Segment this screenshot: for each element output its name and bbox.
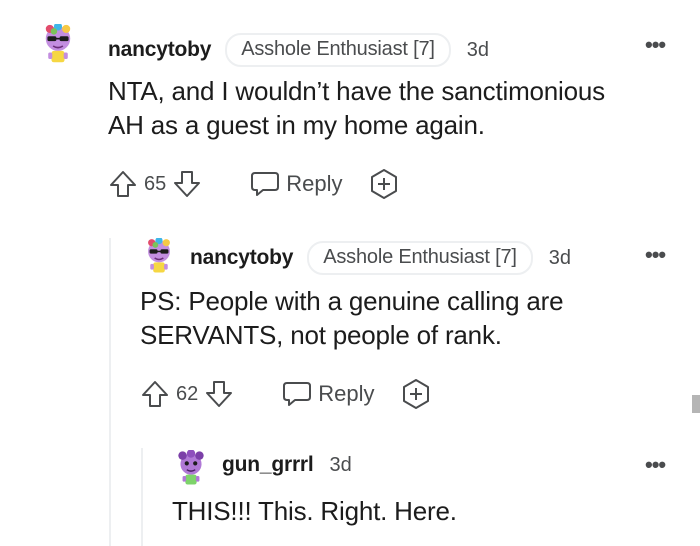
more-options-icon[interactable]: ••• [645, 454, 666, 476]
username[interactable]: gun_grrrl [222, 453, 314, 477]
comment-header: gun_grrrl 3d [222, 453, 352, 477]
timestamp[interactable]: 3d [330, 454, 352, 477]
comment-thread: nancytoby Asshole Enthusiast [7] 3d ••• … [0, 0, 700, 546]
comment: gun_grrrl 3d ••• THIS!!! This. Right. He… [0, 0, 700, 546]
comment-body-line: THIS!!! This. Right. Here. [172, 496, 457, 526]
avatar[interactable] [175, 450, 207, 488]
comment-body: THIS!!! This. Right. Here. [172, 494, 457, 528]
